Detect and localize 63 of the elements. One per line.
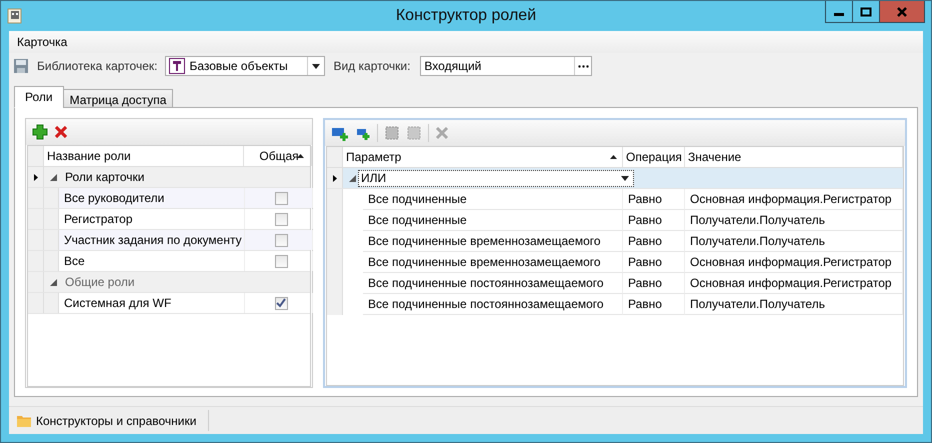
checkbox[interactable] <box>274 234 288 246</box>
table-cell[interactable]: Все подчиненные постояннозамещаемого <box>363 273 623 294</box>
ungroup-icon[interactable] <box>406 125 422 141</box>
window-title: Конструктор ролей <box>396 7 536 25</box>
table-cell[interactable]: Основная информация.Регистратор <box>685 189 903 210</box>
table-cell[interactable]: Получатели.Получатель <box>685 231 903 252</box>
table-cell[interactable]: Равно <box>623 231 685 252</box>
library-label: Библиотека карточек: <box>37 59 158 73</box>
view-field[interactable]: Входящий <box>420 56 592 76</box>
column-header[interactable]: Операция <box>623 147 685 167</box>
checkbox[interactable] <box>274 192 288 204</box>
delete-icon[interactable] <box>435 126 449 140</box>
table-cell[interactable]: Все подчиненные <box>363 189 623 210</box>
group-row[interactable]: Общие роли <box>65 275 135 289</box>
sort-icon <box>297 154 304 158</box>
table-cell[interactable]: Системная для WF <box>59 293 245 313</box>
maximize-icon <box>860 6 872 18</box>
view-label: Вид карточки: <box>333 59 410 73</box>
menu-item[interactable]: Карточка <box>11 33 74 51</box>
table-cell[interactable]: Равно <box>623 273 685 294</box>
table-cell[interactable]: Все <box>59 251 245 271</box>
add-icon[interactable] <box>32 124 48 140</box>
row-pointer-icon <box>34 174 38 180</box>
checkbox[interactable] <box>274 296 288 310</box>
add-group-icon[interactable] <box>331 125 349 141</box>
status-bar-item[interactable]: Конструкторы и справочники <box>9 410 210 431</box>
minimize-button[interactable] <box>825 1 853 23</box>
delete-icon[interactable] <box>54 125 68 139</box>
row-header[interactable] <box>327 168 343 188</box>
table-cell[interactable]: Все подчиненные постояннозамещаемого <box>363 294 623 315</box>
caret-icon <box>621 176 629 180</box>
table-cell[interactable]: Все подчиненные временнозамещаемого <box>363 231 623 252</box>
group-row[interactable]: Роли карточки <box>65 170 144 184</box>
library-icon <box>169 58 186 74</box>
table-cell[interactable]: Регистратор <box>59 209 245 229</box>
app-icon <box>7 8 23 24</box>
library-dropdown[interactable]: Базовые объекты <box>165 56 326 76</box>
table-cell[interactable]: Участник задания по документу <box>59 230 245 250</box>
tab[interactable]: Роли <box>14 86 64 108</box>
folder-icon <box>17 414 31 426</box>
expand-icon[interactable] <box>50 278 57 286</box>
checkbox[interactable] <box>274 254 288 268</box>
table-cell[interactable]: Основная информация.Регистратор <box>685 273 903 294</box>
table-cell[interactable]: Равно <box>623 294 685 315</box>
operator-dropdown[interactable]: ИЛИ <box>358 170 634 186</box>
tab[interactable]: Матрица доступа <box>62 89 174 108</box>
save-icon[interactable] <box>13 58 29 74</box>
row-pointer-icon <box>332 174 336 182</box>
caret-icon <box>312 64 320 68</box>
table-cell[interactable]: Равно <box>623 189 685 210</box>
column-header[interactable]: Значение <box>685 147 903 167</box>
column-header[interactable]: Название роли <box>44 146 244 166</box>
checkbox[interactable] <box>274 212 288 226</box>
close-button[interactable] <box>879 1 925 23</box>
sort-icon <box>610 155 617 159</box>
close-icon <box>896 6 908 18</box>
table-cell[interactable]: Все руководители <box>59 188 245 208</box>
expand-icon[interactable] <box>349 174 356 182</box>
table-cell[interactable]: Получатели.Получатель <box>685 294 903 315</box>
minimize-icon <box>834 13 844 16</box>
group-icon[interactable] <box>384 125 400 141</box>
more-icon <box>578 64 589 68</box>
expand-icon[interactable] <box>50 174 57 180</box>
